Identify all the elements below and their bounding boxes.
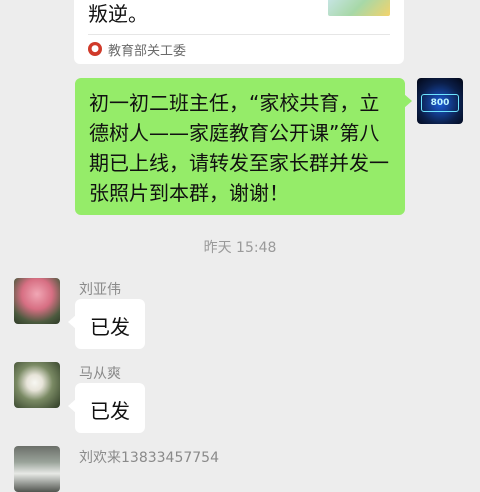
message-bubble[interactable]: 已发 (68, 383, 145, 433)
self-avatar[interactable]: 800 (417, 78, 463, 124)
chat-timestamp: 昨天 15:48 (203, 240, 277, 256)
avatar-badge-text: 800 (421, 94, 459, 112)
avatar-liu-yawei[interactable] (14, 278, 60, 324)
message-bubble[interactable]: 已发 (68, 299, 145, 349)
article-source: ● 教育部关工委 (88, 40, 187, 59)
self-message-text: 初一初二班主任，“家校共育，立德树人——家庭教育公开课”第八期已上线，请转发至家… (89, 91, 389, 205)
avatar-liu-huanlai[interactable] (14, 446, 60, 492)
message-text: 已发 (90, 315, 130, 339)
article-snippet: 叛逆。 (88, 2, 148, 26)
shared-article-card[interactable]: 叛逆。 ● 教育部关工委 (74, 0, 404, 64)
sender-name: 刘亚伟 (79, 282, 121, 298)
message-text: 已发 (90, 399, 130, 423)
article-thumbnail (328, 0, 390, 16)
official-account-icon: ● (88, 42, 102, 56)
avatar-ma-congshuang[interactable] (14, 362, 60, 408)
sender-name: 马从爽 (79, 366, 121, 382)
self-message-bubble[interactable]: 初一初二班主任，“家校共育，立德树人——家庭教育公开课”第八期已上线，请转发至家… (75, 78, 412, 215)
sender-name: 刘欢来13833457754 (79, 450, 219, 466)
card-divider (88, 34, 390, 35)
article-source-label: 教育部关工委 (108, 43, 187, 59)
